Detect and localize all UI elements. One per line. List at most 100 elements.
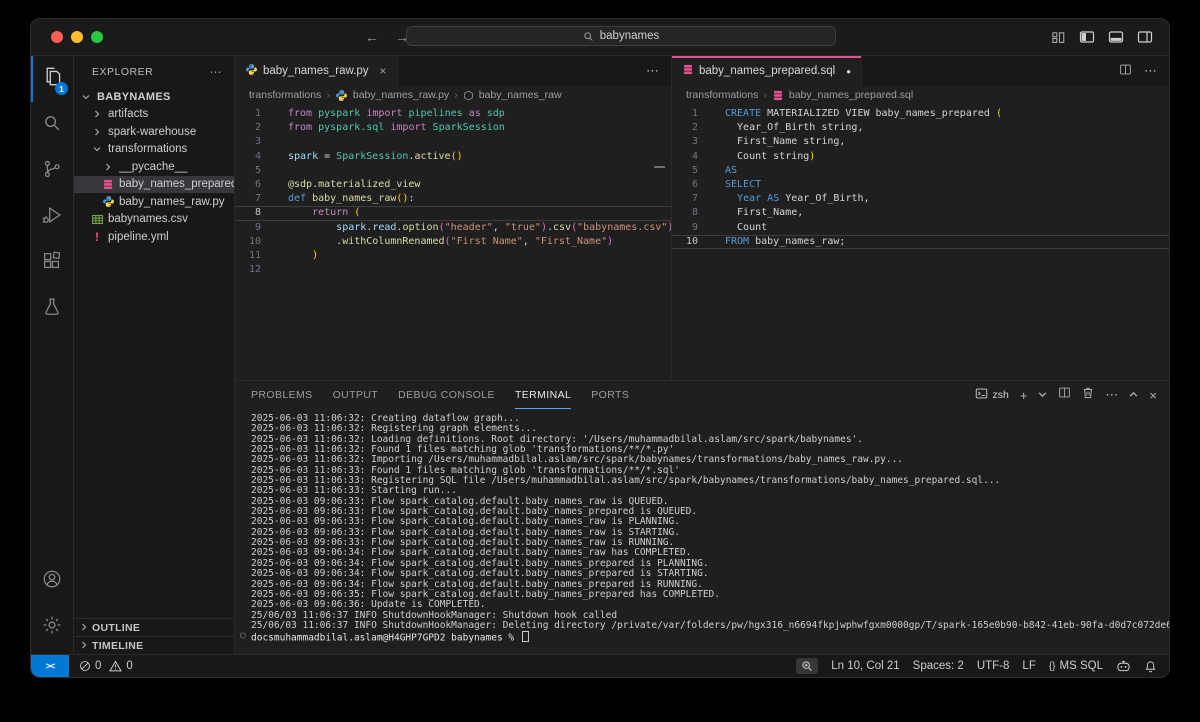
code-line[interactable]: 1from pyspark import pipelines as sdp — [235, 107, 671, 121]
panel-tab-output[interactable]: OUTPUT — [333, 381, 379, 409]
sql-editor[interactable]: 1CREATE MATERIALIZED VIEW baby_names_pre… — [672, 104, 1169, 380]
chevron-right-icon — [80, 640, 88, 652]
editor-actions-icon[interactable]: ⋯ — [1144, 63, 1157, 79]
close-window-button[interactable] — [51, 31, 63, 43]
tab-baby-names-raw-py[interactable]: baby_names_raw.py × — [235, 56, 398, 86]
sql-icon — [682, 63, 694, 79]
split-terminal-icon[interactable] — [1058, 386, 1071, 404]
code-line[interactable]: 5AS — [672, 164, 1169, 178]
bell-icon[interactable] — [1144, 660, 1157, 673]
encoding-status[interactable]: UTF-8 — [977, 660, 1010, 672]
code-line[interactable]: 6SELECT — [672, 178, 1169, 192]
code-line[interactable]: 3 — [235, 135, 671, 149]
outline-section[interactable]: OUTLINE — [74, 618, 234, 636]
kill-terminal-icon[interactable] — [1082, 386, 1094, 404]
activity-item-source-control[interactable] — [31, 148, 73, 194]
tree-item-transformations[interactable]: transformations — [74, 141, 234, 159]
code-line[interactable]: 9 Count — [672, 221, 1169, 235]
activity-item-testing[interactable] — [31, 286, 73, 332]
code-line[interactable]: 8 return ( — [235, 206, 671, 220]
breadcrumb-item[interactable]: transformations — [686, 89, 758, 101]
code-line[interactable]: 2from pyspark.sql import SparkSession — [235, 121, 671, 135]
copilot-icon[interactable] — [1116, 659, 1131, 673]
activity-item-search[interactable] — [31, 102, 73, 148]
code-line[interactable]: 1CREATE MATERIALIZED VIEW baby_names_pre… — [672, 107, 1169, 121]
breadcrumb-separator-icon: › — [326, 89, 330, 101]
code-line[interactable]: 7 Year AS Year_Of_Birth, — [672, 192, 1169, 206]
tree-item-baby-names-prepared-sql[interactable]: baby_names_prepared.sql — [74, 176, 234, 194]
back-icon[interactable]: ← — [365, 29, 379, 45]
breadcrumb-item[interactable]: baby_names_raw.py — [353, 89, 449, 101]
code-line[interactable]: 9 spark.read.option("header", "true").cs… — [235, 221, 671, 235]
panel-tab-ports[interactable]: PORTS — [591, 381, 629, 409]
code-line[interactable]: 4 Count string) — [672, 150, 1169, 164]
problems-status[interactable]: 0 0 — [79, 660, 133, 672]
breadcrumb-item[interactable]: baby_names_prepared.sql — [789, 89, 913, 101]
code-line[interactable]: 5 — [235, 164, 671, 178]
command-center-search[interactable]: babynames — [406, 26, 836, 46]
minimize-window-button[interactable] — [71, 31, 83, 43]
panel-tab-problems[interactable]: PROBLEMS — [251, 381, 313, 409]
tree-item-label: baby_names_prepared.sql — [119, 178, 234, 190]
breadcrumb-item[interactable]: baby_names_raw — [479, 89, 562, 101]
outline-label: OUTLINE — [92, 622, 140, 634]
tree-item-label: BABYNAMES — [97, 91, 171, 103]
terminal-output[interactable]: 2025-06-03 11:06:32: Creating dataflow g… — [235, 409, 1169, 654]
remote-indicator[interactable]: >< — [31, 655, 69, 677]
sidebar-actions-icon[interactable]: ⋯ — [210, 65, 223, 79]
code-line[interactable]: 8 First_Name, — [672, 206, 1169, 220]
language-mode[interactable]: {} MS SQL — [1049, 660, 1103, 672]
activity-item-extensions[interactable] — [31, 240, 73, 286]
activity-item-accounts[interactable] — [31, 558, 73, 604]
tree-item-pipeline-yml[interactable]: !pipeline.yml — [74, 228, 234, 246]
indentation-status[interactable]: Spaces: 2 — [913, 660, 964, 672]
tree-item-spark-warehouse[interactable]: spark-warehouse — [74, 123, 234, 141]
split-editor-icon[interactable] — [1119, 63, 1132, 79]
panel-tab-terminal[interactable]: TERMINAL — [515, 381, 571, 409]
timeline-section[interactable]: TIMELINE — [74, 636, 234, 654]
code-line[interactable]: 10FROM baby_names_raw; — [672, 235, 1169, 249]
code-line-content: spark.read.option("header", "true").csv(… — [271, 221, 671, 235]
close-tab-icon[interactable]: × — [379, 64, 386, 78]
tree-item-baby-names-raw-py[interactable]: baby_names_raw.py — [74, 193, 234, 211]
cursor-position[interactable]: Ln 10, Col 21 — [831, 660, 899, 672]
python-editor[interactable]: 1from pyspark import pipelines as sdp2fr… — [235, 104, 671, 380]
breadcrumb-item[interactable]: transformations — [249, 89, 321, 101]
new-terminal-icon[interactable]: + — [1020, 388, 1028, 403]
chevron-up-icon[interactable] — [1129, 386, 1138, 404]
terminal-prompt[interactable]: ○docsmuhammadbilal.aslam@H4GHP7GPD2 baby… — [251, 631, 1161, 644]
tree-item-babynames-csv[interactable]: babynames.csv — [74, 211, 234, 229]
editor-actions-icon[interactable]: ⋯ — [646, 63, 659, 79]
activity-item-explorer[interactable]: 1 — [31, 56, 73, 102]
zoom-window-button[interactable] — [91, 31, 103, 43]
code-line[interactable]: 6@sdp.materialized_view — [235, 178, 671, 192]
activity-item-settings[interactable] — [31, 604, 73, 650]
code-line[interactable]: 2 Year_Of_Birth string, — [672, 121, 1169, 135]
tree-item--pycache-[interactable]: __pycache__ — [74, 158, 234, 176]
tree-item-babynames[interactable]: BABYNAMES — [74, 88, 234, 106]
customize-layout-icon[interactable] — [1051, 30, 1066, 45]
toggle-secondary-sidebar-icon[interactable] — [1137, 29, 1153, 45]
toggle-panel-icon[interactable] — [1108, 29, 1124, 45]
eol-status[interactable]: LF — [1022, 660, 1035, 672]
panel-tab-debug-console[interactable]: DEBUG CONSOLE — [398, 381, 495, 409]
code-line[interactable]: 12 — [235, 263, 671, 277]
tab-baby-names-prepared-sql[interactable]: baby_names_prepared.sql ● — [672, 56, 862, 86]
toggle-primary-sidebar-icon[interactable] — [1079, 29, 1095, 45]
chevron-down-icon[interactable] — [1038, 386, 1047, 404]
activity-item-run-and-debug[interactable] — [31, 194, 73, 240]
code-line[interactable]: 7def baby_names_raw(): — [235, 192, 671, 206]
launch-profile[interactable]: zsh — [975, 387, 1008, 403]
file-tree[interactable]: BABYNAMES artifactsspark-warehousetransfo… — [74, 88, 234, 618]
code-line-content: Year_Of_Birth string, — [708, 121, 1169, 135]
tree-item-artifacts[interactable]: artifacts — [74, 106, 234, 124]
code-line[interactable]: 10 .withColumnRenamed("First Name", "Fir… — [235, 235, 671, 249]
modified-dot-icon[interactable]: ● — [846, 67, 851, 76]
code-line[interactable]: 3 First_Name string, — [672, 135, 1169, 149]
close-panel-icon[interactable]: × — [1149, 388, 1157, 403]
code-line[interactable]: 11 ) — [235, 249, 671, 263]
tree-item-label: baby_names_raw.py — [119, 196, 224, 208]
zoom-status[interactable] — [796, 658, 818, 674]
panel-more-actions-icon[interactable]: ⋯ — [1105, 387, 1118, 403]
code-line[interactable]: 4spark = SparkSession.active() — [235, 150, 671, 164]
